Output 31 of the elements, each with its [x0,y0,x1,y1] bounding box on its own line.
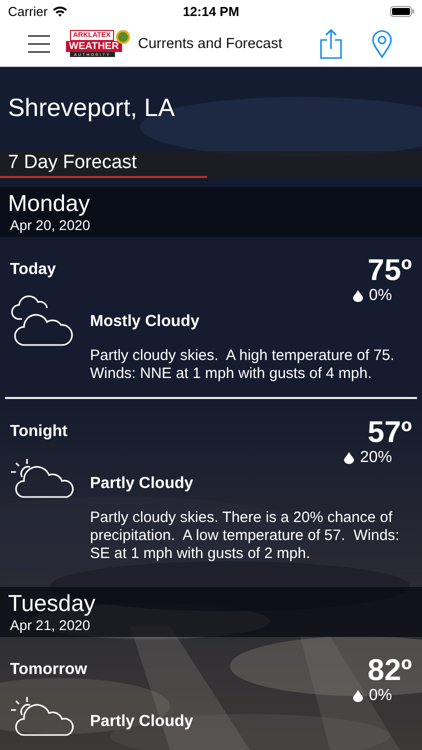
period-name: Tomorrow [10,661,88,680]
raindrop-icon [344,452,354,464]
condition-label: Mostly Cloudy [90,313,200,331]
period-name: Tonight [10,423,68,442]
raindrop-icon [352,690,363,702]
carrier-label: Carrier [8,4,48,18]
raindrop-icon [352,290,363,302]
battery-icon [390,6,414,16]
forecast-description: Partly cloudy skies. A high temperature of 75. Winds: NNE at 1 mph with gusts of 4 mph. [90,347,396,383]
condition-label: Partly Cloudy [90,713,194,731]
forecast-description: Partly cloudy skies. There is a 20% chance of precipitation. A low temperature of 57. Winds: SE at 1 mph with gusts of 2 mph. [90,509,400,563]
day-name: Monday [8,189,91,217]
page-title: Currents and Forecast [138,36,284,52]
period-name: Today [10,261,56,280]
day-date: Apr 21, 2020 [10,617,92,633]
city-name: Shreveport, LA [7,93,176,124]
share-icon[interactable] [320,29,342,59]
precip-chance: 20% [360,449,392,467]
temperature: 75º [368,255,412,287]
menu-icon[interactable] [28,35,50,53]
section-header: 7 Day Forecast [0,151,422,177]
day-date: Apr 20, 2020 [10,217,92,233]
wifi-icon [52,5,68,17]
location-pin-icon[interactable] [372,30,392,58]
day-name: Tuesday [8,589,96,617]
temperature: 82º [368,655,412,687]
precip-chance: 0% [368,687,392,705]
condition-label: Partly Cloudy [90,475,194,493]
precip-chance: 0% [368,287,392,305]
clock: 12:14 PM [182,4,240,18]
temperature: 57º [368,417,412,449]
